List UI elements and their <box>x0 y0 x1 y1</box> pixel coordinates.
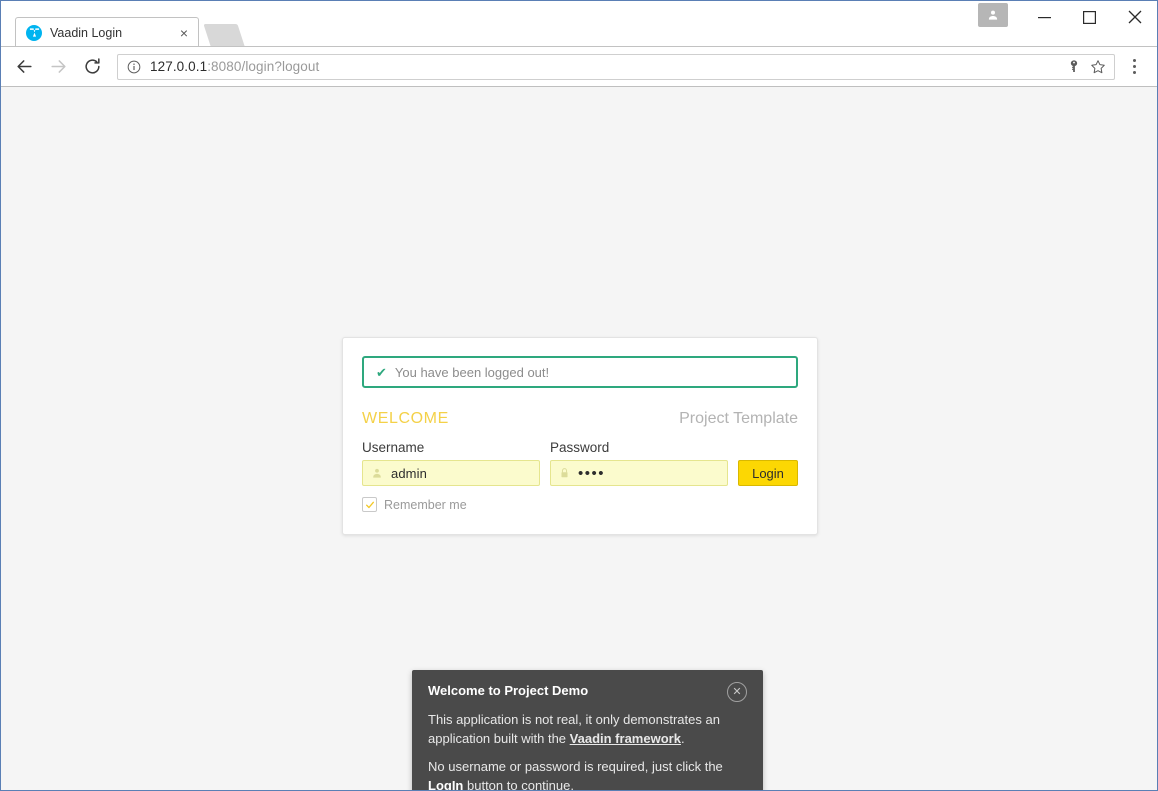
tab-title: Vaadin Login <box>50 25 123 40</box>
three-dots-menu-icon[interactable] <box>1121 52 1147 82</box>
username-value: admin <box>391 465 427 481</box>
vaadin-logo-icon <box>26 24 42 41</box>
login-card: ✔ You have been logged out! WELCOME Proj… <box>342 337 818 535</box>
username-input[interactable]: admin <box>362 460 540 486</box>
key-icon[interactable] <box>1062 56 1086 78</box>
welcome-notification: Welcome to Project Demo ✕ This applicati… <box>412 670 763 790</box>
tab-strip: Vaadin Login × <box>1 1 1157 47</box>
url-host: 127.0.0.1 <box>150 59 208 74</box>
url-path: :8080/login?logout <box>207 59 320 74</box>
login-form: Username admin Password •••• Login <box>362 440 798 486</box>
tab-vaadin-login[interactable]: Vaadin Login × <box>15 17 199 47</box>
star-icon[interactable] <box>1086 56 1110 78</box>
window-maximize-button[interactable] <box>1067 1 1112 33</box>
notification-paragraph-1: This application is not real, it only de… <box>428 711 747 749</box>
alert-message: You have been logged out! <box>394 364 550 380</box>
person-badge-icon[interactable] <box>978 3 1008 27</box>
password-field-group: Password •••• <box>550 440 728 486</box>
welcome-label: WELCOME <box>362 410 449 427</box>
username-label: Username <box>362 440 425 455</box>
check-icon: ✔ <box>376 364 387 380</box>
close-icon[interactable]: ✕ <box>727 682 747 702</box>
page-info-icon[interactable] <box>126 59 142 75</box>
remember-me-label: Remember me <box>384 497 467 512</box>
browser-toolbar: 127.0.0.1:8080/login?logout <box>1 47 1157 87</box>
back-button[interactable] <box>7 50 41 84</box>
logout-success-alert: ✔ You have been logged out! <box>362 356 798 388</box>
card-heading-row: WELCOME Project Template <box>362 410 798 428</box>
remember-me-checkbox[interactable] <box>362 497 377 512</box>
username-field-group: Username admin <box>362 440 540 486</box>
menu-dot <box>1132 71 1136 74</box>
forward-button <box>41 50 75 84</box>
menu-dot <box>1132 59 1136 62</box>
password-input[interactable]: •••• <box>550 460 728 486</box>
remember-me-row[interactable]: Remember me <box>362 497 798 512</box>
login-mention: LogIn <box>428 777 464 790</box>
address-bar[interactable]: 127.0.0.1:8080/login?logout <box>117 53 1115 80</box>
tab-strip-baseline <box>1 46 1157 47</box>
login-button[interactable]: Login <box>738 460 798 486</box>
address-bar-url: 127.0.0.1:8080/login?logout <box>150 59 1062 74</box>
lock-icon <box>559 467 570 479</box>
window-close-button[interactable] <box>1112 1 1157 33</box>
browser-window: Vaadin Login × 127.0.0.1:8080/login?logo… <box>0 0 1158 791</box>
notification-text-2b: button to continue. <box>463 777 574 790</box>
window-controls <box>978 1 1157 33</box>
notification-title: Welcome to Project Demo <box>428 683 589 698</box>
notification-header: Welcome to Project Demo ✕ <box>428 682 747 702</box>
project-template-label: Project Template <box>679 410 798 427</box>
window-minimize-button[interactable] <box>1022 1 1067 33</box>
notification-text-2a: No username or password is required, jus… <box>428 758 723 774</box>
password-label: Password <box>550 440 610 455</box>
reload-button[interactable] <box>75 50 109 84</box>
notification-text-1b: . <box>680 730 685 746</box>
page-viewport: ✔ You have been logged out! WELCOME Proj… <box>1 87 1157 790</box>
vaadin-framework-link[interactable]: Vaadin framework <box>570 731 681 746</box>
password-value: •••• <box>578 464 606 482</box>
notification-paragraph-2: No username or password is required, jus… <box>428 758 747 790</box>
tab-close-icon[interactable]: × <box>176 25 192 41</box>
menu-dot <box>1132 65 1136 68</box>
user-icon <box>371 467 383 479</box>
new-tab-button[interactable] <box>203 24 245 46</box>
